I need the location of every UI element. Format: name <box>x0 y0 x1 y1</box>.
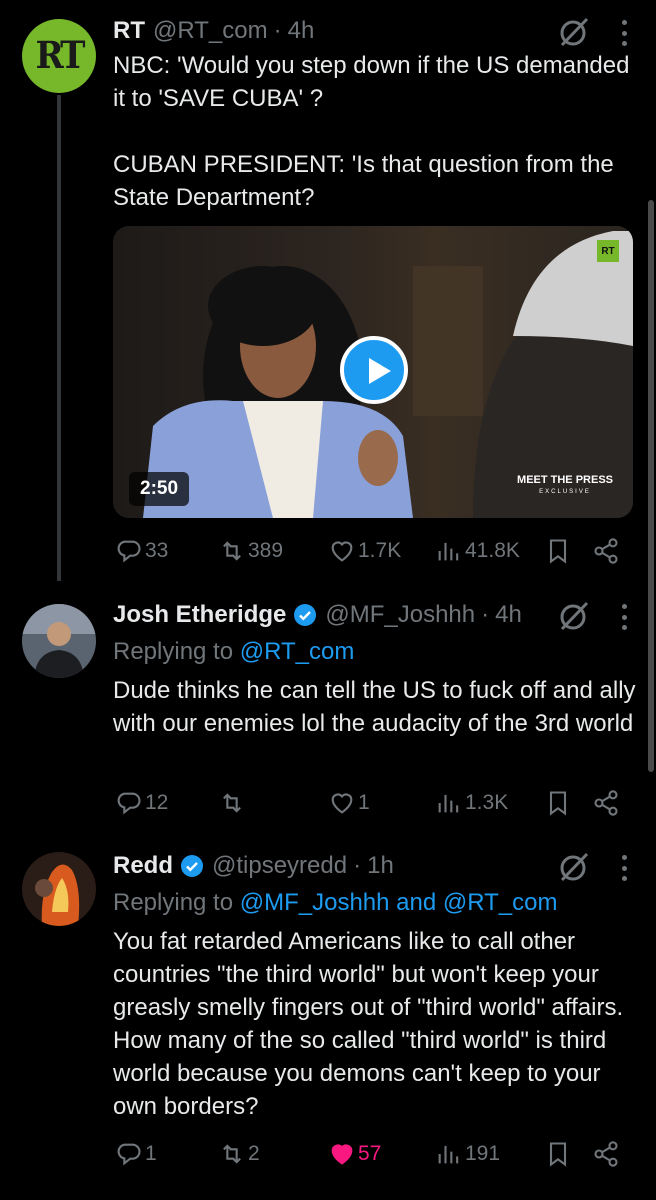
avatar-image <box>22 852 96 926</box>
reply-count: 12 <box>145 791 169 814</box>
views-count: 191 <box>465 1142 501 1165</box>
author-name[interactable]: Redd <box>113 852 173 880</box>
verified-badge-icon <box>294 604 317 626</box>
bookmark-button[interactable] <box>544 787 572 819</box>
reply-button[interactable]: 1 <box>115 1138 157 1170</box>
reply-count: 33 <box>145 539 169 562</box>
channel-badge: RT <box>597 240 619 262</box>
rt-logo: RT <box>35 34 86 78</box>
avatar[interactable]: RT <box>22 19 96 93</box>
watermark-subtext: EXCLUSIVE <box>539 489 591 495</box>
share-button[interactable] <box>592 787 620 819</box>
separator-dot: · <box>353 852 362 879</box>
replying-to-label: Replying to <box>113 889 240 916</box>
share-button[interactable] <box>592 535 620 567</box>
repost-button[interactable]: 389 <box>218 535 283 567</box>
avatar[interactable] <box>22 604 96 678</box>
watermark: MEET THE PRESS EXCLUSIVE <box>517 474 613 498</box>
views-count: 41.8K <box>465 539 520 562</box>
share-button[interactable] <box>592 1138 620 1170</box>
reply-count: 1 <box>145 1142 157 1165</box>
tweet-text: Dude thinks he can tell the US to fuck o… <box>113 677 643 737</box>
views-icon <box>438 794 459 813</box>
tweet-header: Josh Etheridge @MF_Joshhh · 4h <box>113 598 522 632</box>
replying-to-link[interactable]: @RT_com <box>240 638 355 665</box>
grok-icon[interactable] <box>558 16 590 48</box>
replying-to-link[interactable]: @MF_Joshhh and @RT_com <box>240 889 558 916</box>
more-options-icon[interactable] <box>620 604 628 630</box>
repost-count: 389 <box>248 539 284 562</box>
like-button[interactable]: 1 <box>328 787 370 819</box>
play-button[interactable] <box>340 336 408 404</box>
share-icon <box>594 1141 618 1167</box>
verified-badge-icon <box>181 855 203 877</box>
repost-icon <box>223 793 241 813</box>
bookmark-icon <box>549 1142 567 1167</box>
author-handle[interactable]: @MF_Joshhh <box>325 601 475 629</box>
tweet-text: NBC: 'Would you step down if the US dema… <box>113 52 630 211</box>
bookmark-icon <box>549 791 567 816</box>
reply-icon <box>117 1143 141 1166</box>
video-duration: 2:50 <box>129 472 190 506</box>
replying-to: Replying to @RT_com <box>113 635 354 668</box>
repost-icon <box>223 541 241 561</box>
author-handle[interactable]: @tipseyredd <box>212 852 347 880</box>
author-name[interactable]: Josh Etheridge <box>113 601 286 629</box>
avatar[interactable] <box>22 852 96 926</box>
author-handle[interactable]: @RT_com <box>153 17 268 45</box>
grok-icon[interactable] <box>558 851 590 883</box>
heart-filled-icon <box>331 1144 353 1165</box>
like-count: 57 <box>358 1142 382 1165</box>
like-button[interactable]: 57 <box>328 1138 381 1170</box>
heart-icon <box>331 541 353 562</box>
timestamp[interactable]: 4h <box>495 601 522 629</box>
repost-icon <box>223 1144 241 1164</box>
more-options-icon[interactable] <box>620 855 628 881</box>
bookmark-button[interactable] <box>544 1138 572 1170</box>
repost-count: 2 <box>248 1142 260 1165</box>
views-count: 1.3K <box>465 791 509 814</box>
reply-button[interactable]: 12 <box>115 787 168 819</box>
repost-button[interactable]: 2 <box>218 1138 260 1170</box>
grok-icon[interactable] <box>558 600 590 632</box>
timestamp[interactable]: 1h <box>367 852 394 880</box>
share-icon <box>594 790 618 816</box>
tweet-reply-josh[interactable]: Josh Etheridge @MF_Joshhh · 4h Replying … <box>0 590 656 840</box>
tweet-reply-redd[interactable]: Redd @tipseyredd · 1h Replying to @MF_Jo… <box>0 842 656 1200</box>
like-count: 1.7K <box>358 539 402 562</box>
separator-dot: · <box>481 601 490 628</box>
tweet-rt[interactable]: RT RT @RT_com · 4h NBC: 'Would you step … <box>0 0 656 590</box>
reply-icon <box>117 792 141 815</box>
bookmark-button[interactable] <box>544 535 572 567</box>
views-button[interactable]: 41.8K <box>435 535 520 567</box>
repost-button[interactable] <box>218 787 248 819</box>
heart-icon <box>331 793 353 814</box>
bookmark-icon <box>549 539 567 564</box>
reply-icon <box>117 540 141 563</box>
scrollbar[interactable] <box>648 200 654 772</box>
author-name[interactable]: RT <box>113 17 145 45</box>
tweet-header: Redd @tipseyredd · 1h <box>113 849 394 883</box>
views-icon <box>438 542 459 561</box>
timestamp[interactable]: 4h <box>288 17 315 45</box>
replying-to: Replying to @MF_Joshhh and @RT_com <box>113 886 558 919</box>
separator-dot: · <box>273 17 282 44</box>
tweet-header: RT @RT_com · 4h <box>113 14 314 48</box>
views-button[interactable]: 191 <box>435 1138 500 1170</box>
views-button[interactable]: 1.3K <box>435 787 508 819</box>
reply-button[interactable]: 33 <box>115 535 168 567</box>
tweet-actions: 1 2 57 191 <box>113 1138 633 1170</box>
like-count: 1 <box>358 791 370 814</box>
video-player[interactable]: RT 2:50 MEET THE PRESS EXCLUSIVE <box>113 226 633 518</box>
tweet-text: You fat retarded Americans like to call … <box>113 928 630 1120</box>
tweet-actions: 33 389 1.7K 41.8K <box>113 535 633 567</box>
replying-to-label: Replying to <box>113 638 240 665</box>
share-icon <box>594 538 618 564</box>
watermark-text: MEET THE PRESS <box>517 474 613 486</box>
tweet-actions: 12 1 1.3K <box>113 787 633 819</box>
like-button[interactable]: 1.7K <box>328 535 401 567</box>
more-options-icon[interactable] <box>620 20 628 46</box>
views-icon <box>438 1145 459 1164</box>
avatar-image <box>22 604 96 678</box>
